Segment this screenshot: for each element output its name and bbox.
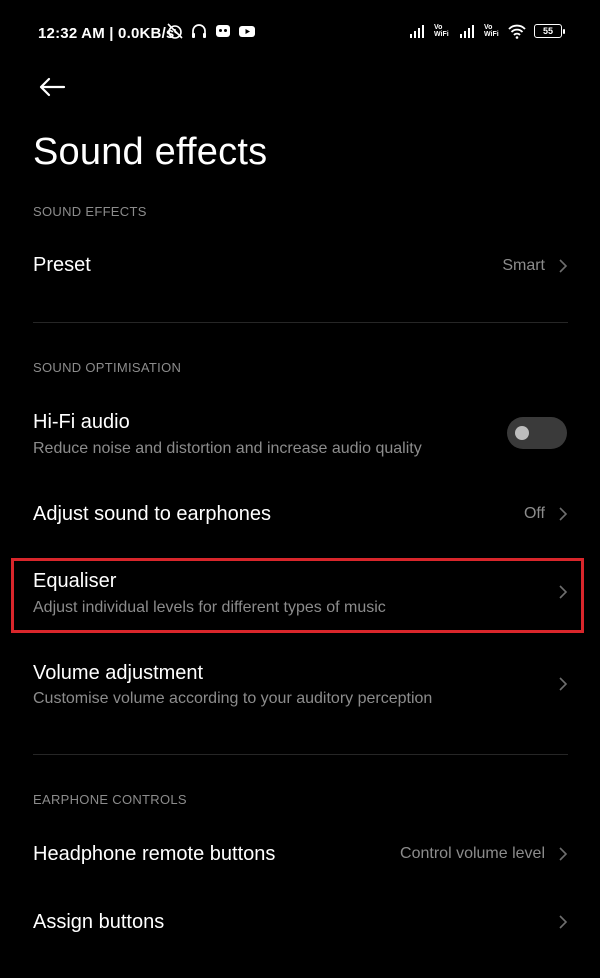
adjust-sound-earphones-row[interactable]: Adjust sound to earphones Off [0, 486, 600, 542]
hifi-audio-toggle[interactable] [507, 417, 567, 449]
volume-adjustment-row[interactable]: Volume adjustment Customise volume accor… [0, 652, 600, 722]
vowifi-icon-2: Vo WiFi [484, 24, 499, 38]
chevron-right-icon [559, 677, 568, 691]
equaliser-subtitle: Adjust individual levels for different t… [33, 599, 386, 616]
equaliser-title: Equaliser [33, 570, 117, 592]
chevron-right-icon [559, 585, 568, 599]
preset-title: Preset [33, 254, 91, 276]
battery-icon: 55 [534, 24, 565, 38]
section-header-sound-optimisation: SOUND OPTIMISATION [33, 360, 182, 375]
chevron-right-icon [559, 847, 568, 861]
app-notification-icon [216, 25, 230, 37]
system-icons: Vo WiFi Vo WiFi 55 [408, 22, 565, 40]
divider [33, 754, 568, 755]
headphone-remote-buttons-row[interactable]: Headphone remote buttons Control volume … [0, 826, 600, 882]
headphones-icon [192, 24, 206, 38]
chevron-right-icon [559, 915, 568, 929]
preset-value: Smart [502, 257, 545, 274]
volume-adjustment-subtitle: Customise volume according to your audit… [33, 690, 433, 707]
chevron-right-icon [559, 507, 568, 521]
arrow-left-icon [39, 77, 66, 97]
clock: 12:32 AM [38, 25, 105, 42]
alarm-off-icon [167, 23, 183, 39]
status-time: 12:32 AM | 0.0KB/s [38, 25, 175, 42]
adjust-sound-earphones-title: Adjust sound to earphones [33, 503, 271, 525]
assign-buttons-title: Assign buttons [33, 911, 165, 933]
hifi-audio-row[interactable]: Hi-Fi audio Reduce noise and distortion … [0, 400, 600, 468]
back-button[interactable] [34, 70, 70, 104]
section-header-earphone-controls: EARPHONE CONTROLS [33, 792, 187, 807]
youtube-icon [239, 26, 255, 37]
page-title: Sound effects [33, 131, 268, 173]
status-bar: 12:32 AM | 0.0KB/s Vo WiFi Vo WiFi 55 [0, 0, 600, 64]
wifi-icon [508, 24, 526, 39]
notification-icons [166, 22, 256, 40]
signal-icon [410, 25, 424, 38]
toggle-knob [515, 426, 529, 440]
battery-level: 55 [542, 26, 553, 36]
equaliser-row[interactable]: Equaliser Adjust individual levels for d… [0, 560, 600, 630]
headphone-remote-buttons-title: Headphone remote buttons [33, 843, 276, 865]
divider [33, 322, 568, 323]
hifi-audio-title: Hi-Fi audio [33, 411, 130, 433]
section-header-sound-effects: SOUND EFFECTS [33, 204, 147, 219]
adjust-sound-earphones-value: Off [523, 505, 545, 522]
volume-adjustment-title: Volume adjustment [33, 662, 204, 684]
assign-buttons-row[interactable]: Assign buttons [0, 894, 600, 950]
preset-row[interactable]: Preset Smart [0, 236, 600, 296]
signal-icon-2 [460, 25, 474, 38]
chevron-right-icon [559, 259, 568, 273]
hifi-audio-subtitle: Reduce noise and distortion and increase… [33, 440, 422, 457]
vowifi-icon: Vo WiFi [434, 24, 449, 38]
headphone-remote-buttons-value: Control volume level [400, 845, 545, 862]
